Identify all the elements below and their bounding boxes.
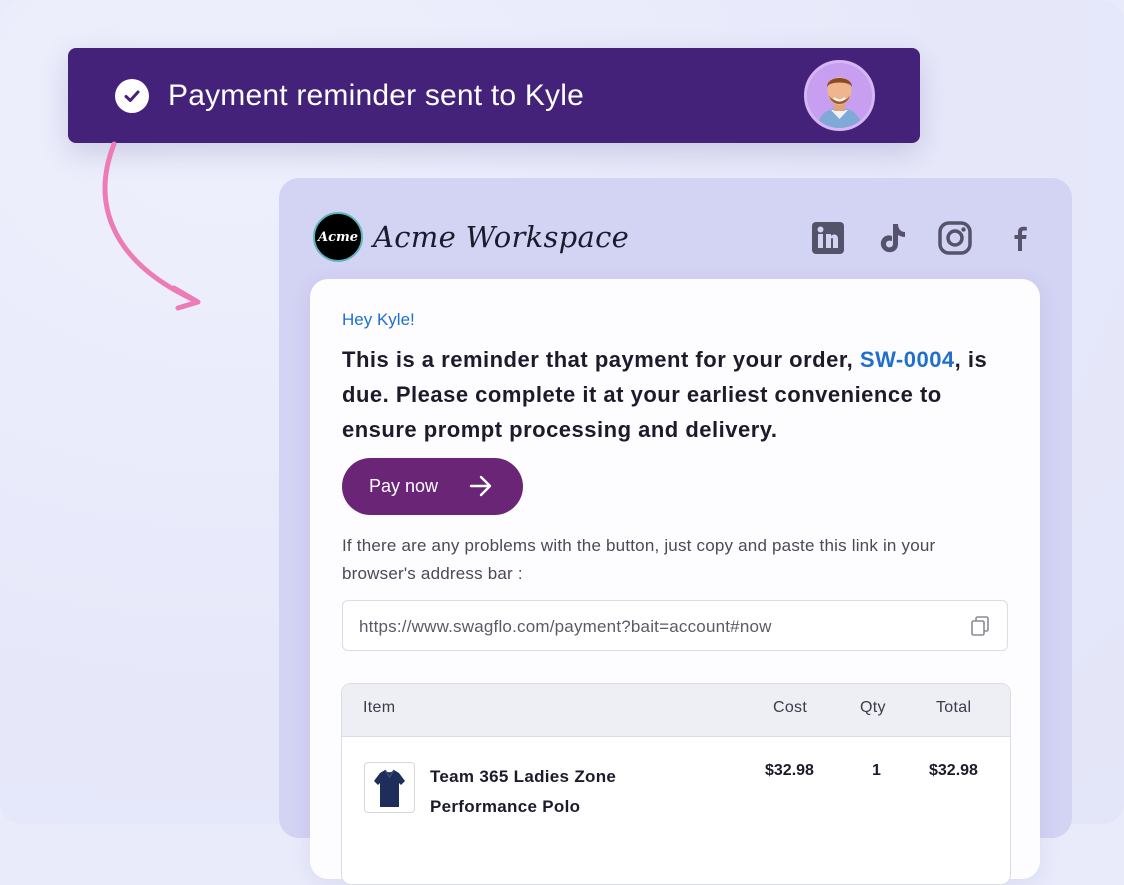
order-id[interactable]: SW-0004 [860, 347, 955, 372]
reminder-message: This is a reminder that payment for your… [342, 342, 1022, 447]
brand-name: Acme Workspace [373, 220, 630, 254]
product-thumbnail [364, 762, 415, 813]
header-cost: Cost [773, 699, 808, 716]
item-qty: 1 [872, 762, 881, 779]
copy-icon[interactable] [969, 615, 991, 637]
header-total: Total [936, 699, 972, 716]
brand-logo-text: Acme [317, 229, 359, 245]
message-before: This is a reminder that payment for your… [342, 347, 854, 372]
notification-banner: Payment reminder sent to Kyle [68, 48, 920, 143]
item-name: Team 365 Ladies Zone Performance Polo [430, 767, 617, 816]
pay-now-button[interactable]: Pay now [342, 458, 523, 515]
instagram-icon[interactable] [937, 220, 973, 256]
order-table: Item Cost Qty Total Team 365 Ladies Zone… [341, 683, 1011, 885]
notification-text: Payment reminder sent to Kyle [168, 79, 584, 112]
check-circle-icon [115, 79, 149, 113]
arrow-right-icon [469, 475, 492, 497]
payment-link-field[interactable] [342, 600, 1008, 651]
header-qty: Qty [860, 699, 886, 716]
brand-logo: Acme [313, 212, 363, 262]
facebook-icon[interactable] [1002, 220, 1038, 256]
pay-now-label: Pay now [369, 476, 439, 496]
kyle-avatar [804, 60, 875, 131]
greeting: Hey Kyle! [342, 310, 415, 329]
table-header: Item Cost Qty Total [342, 684, 1010, 737]
curved-arrow-icon [102, 141, 201, 311]
linkedin-icon[interactable] [810, 220, 846, 256]
item-total: $32.98 [929, 762, 978, 779]
payment-link-input[interactable] [357, 613, 941, 641]
tiktok-icon[interactable] [874, 220, 910, 256]
help-text: If there are any problems with the butto… [342, 536, 936, 583]
item-cost: $32.98 [765, 762, 814, 779]
header-item: Item [363, 699, 396, 716]
